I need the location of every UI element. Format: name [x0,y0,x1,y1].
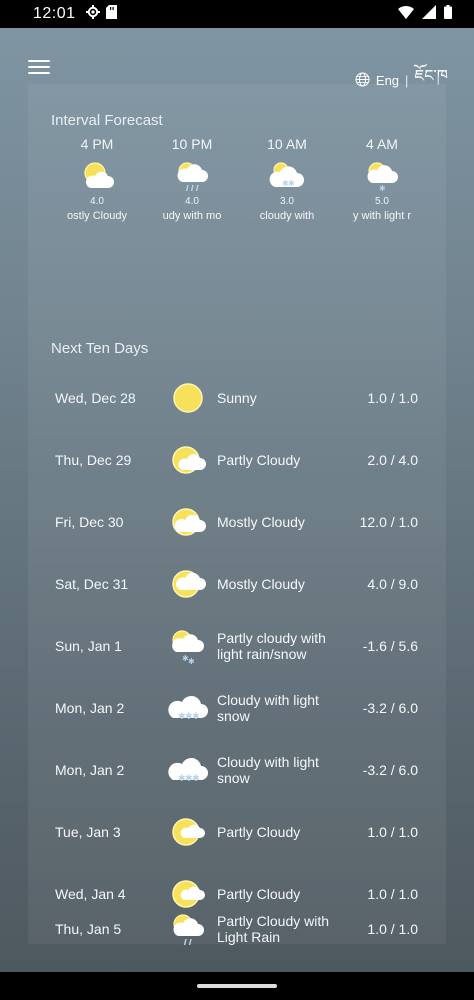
day-date: Wed, Dec 28 [55,390,136,406]
status-time: 12:01 [33,5,76,22]
partly-cloudy-snow-icon: ✱ ✱ [168,626,208,666]
day-condition: Partly Cloudy [217,452,301,468]
interval-time: 4 AM [366,136,398,152]
mostly-cloudy-icon [168,502,208,542]
day-row[interactable]: Fri, Dec 30 Mostly Cloudy 12.0 / 1.0 [28,491,446,553]
day-condition: Partly cloudy with light rain/snow [217,630,326,662]
day-date: Thu, Jan 5 [55,921,122,937]
day-row[interactable]: Thu, Dec 29 Partly Cloudy 2.0 / 4.0 [28,429,446,491]
status-bar: 12:01 [0,0,474,28]
weather-app: Eng | ཇོང་ཁ Interval Forecast 4 PM 4.0 o… [0,28,474,972]
day-condition: Cloudy with light snow [217,692,319,724]
day-date: Mon, Jan 2 [55,700,125,716]
svg-text:✱: ✱ [192,711,200,721]
interval-time: 4 PM [80,136,114,152]
day-date: Thu, Dec 29 [55,452,132,468]
interval-item[interactable]: 4 PM 4.0 ostly Cloudy [50,136,144,222]
partly-cloudy-rain-icon [168,909,208,949]
interval-time: 10 PM [171,136,213,152]
interval-desc: ostly Cloudy [67,210,127,222]
interval-item[interactable]: 4 AM ✱ 5.0 y with light r [335,136,429,222]
svg-text:✱: ✱ [188,657,195,666]
day-temp: 12.0 / 1.0 [359,514,418,530]
svg-text:✱: ✱ [192,773,200,783]
day-temp: 4.0 / 9.0 [367,576,418,592]
day-condition: Partly Cloudy [217,824,301,840]
day-temp: 1.0 / 1.0 [367,390,418,406]
forecast-panel: Interval Forecast 4 PM 4.0 ostly Cloudy … [28,84,446,944]
ten-day-title: Next Ten Days [51,340,149,357]
day-temp: 2.0 / 4.0 [367,452,418,468]
cloudy-snow-icon: ✱ ✱ [240,156,334,196]
wifi-icon [398,5,414,24]
interval-forecast-list[interactable]: 4 PM 4.0 ostly Cloudy 10 PM 4.0 udy with… [28,136,446,236]
interval-value: 3.0 [280,196,294,207]
day-date: Sun, Jan 1 [55,638,122,654]
day-temp: 1.0 / 1.0 [367,921,418,937]
day-temp: -3.2 / 6.0 [362,700,418,716]
interval-value: 4.0 [90,196,104,207]
day-row-partial[interactable]: Thu, Jan 5 Partly Cloudy with Light Rain… [28,898,446,960]
day-condition: Sunny [217,390,257,406]
day-row[interactable]: Wed, Dec 28 Sunny 1.0 / 1.0 [28,367,446,429]
battery-icon [444,4,452,24]
cloudy-snow-icon: ✱ ✱ ✱ [168,750,208,790]
hamburger-icon[interactable] [28,60,50,78]
system-nav-bar [0,972,474,1000]
day-condition: Partly Cloudy with Light Rain [217,913,330,945]
interval-value: 5.0 [375,196,389,207]
day-condition: Mostly Cloudy [217,514,305,530]
partly-cloudy-snow-icon: ✱ [335,156,429,196]
svg-text:✱: ✱ [379,184,386,193]
day-row[interactable]: Mon, Jan 2 ✱ ✱ ✱ Cloudy with light snow -3… [28,677,446,739]
sun-icon [168,378,208,418]
day-row[interactable]: Mon, Jan 2 ✱ ✱ ✱ Cloudy with light snow -3… [28,739,446,801]
home-gesture-pill[interactable] [197,984,277,988]
day-date: Fri, Dec 30 [55,514,124,530]
day-row[interactable]: Tue, Jan 3 Partly Cloudy 1.0 / 1.0 [28,801,446,863]
mostly-cloudy-icon [168,564,208,604]
gear-icon [85,4,100,24]
cloudy-rain-icon [145,156,239,196]
interval-value: 4.0 [185,196,199,207]
day-row[interactable]: Sat, Dec 31 Mostly Cloudy 4.0 / 9.0 [28,553,446,615]
partly-cloudy-icon [168,440,208,480]
interval-desc: y with light r [352,210,412,222]
day-condition: Mostly Cloudy [217,576,305,592]
day-date: Tue, Jan 3 [55,824,121,840]
day-temp: 1.0 / 1.0 [367,824,418,840]
day-row[interactable]: Sun, Jan 1 ✱ ✱ Partly cloudy with light r… [28,615,446,677]
interval-desc: udy with mo [162,210,222,222]
interval-item[interactable]: 10 AM ✱ ✱ 3.0 cloudy with [240,136,334,222]
day-temp: -1.6 / 5.6 [362,638,418,654]
day-date: Sat, Dec 31 [55,576,129,592]
day-condition: Cloudy with light snow [217,754,319,786]
cloudy-snow-icon: ✱ ✱ ✱ [168,688,208,728]
day-temp: -3.2 / 6.0 [362,762,418,778]
sd-card-icon [105,4,117,24]
interval-forecast-title: Interval Forecast [51,112,163,129]
svg-text:✱: ✱ [288,179,295,188]
signal-icon [422,4,436,24]
interval-item[interactable]: 10 PM 4.0 udy with mo [145,136,239,222]
partly-cloudy-icon [50,156,144,196]
day-date: Mon, Jan 2 [55,762,125,778]
interval-desc: cloudy with [259,210,315,222]
partly-cloudy-icon [168,812,208,852]
interval-time: 10 AM [267,136,307,152]
